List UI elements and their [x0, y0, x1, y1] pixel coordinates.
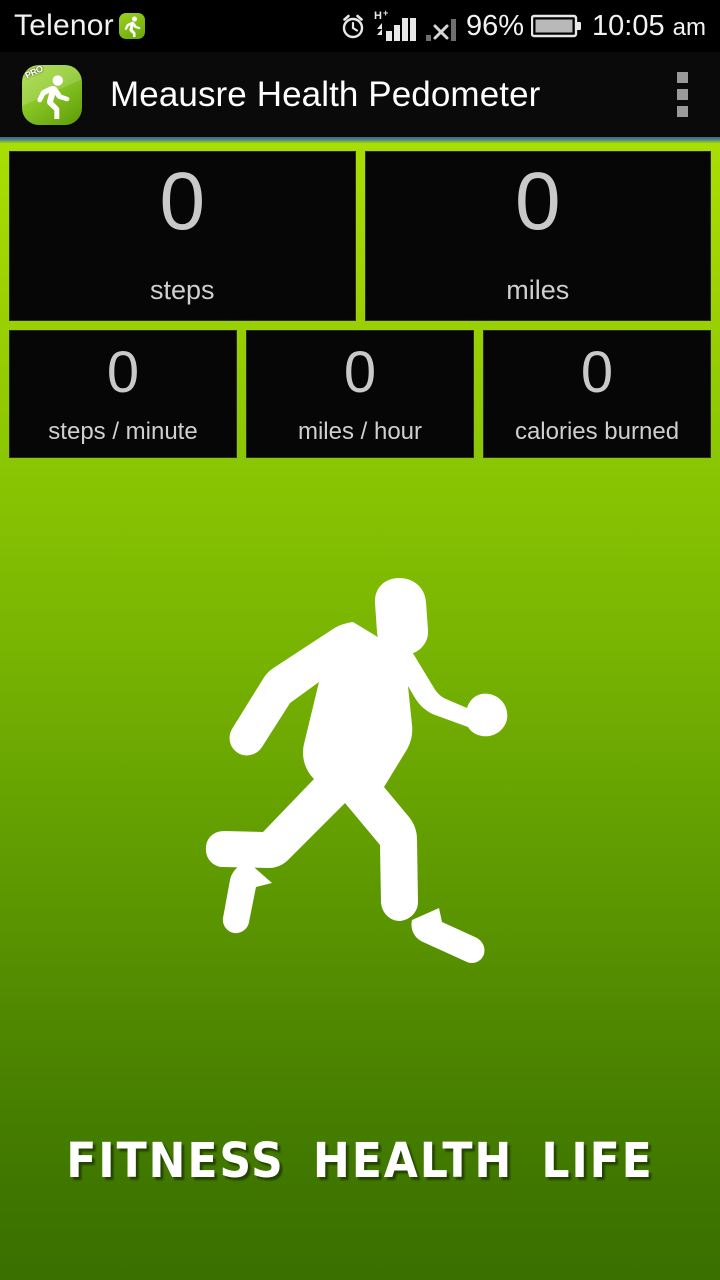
stat-label-steps-per-minute: steps / minute — [48, 418, 198, 445]
hsdpa-signal-icon: H + — [374, 9, 418, 43]
status-bar: Telenor H + 96% 10:05 am — [0, 0, 720, 52]
stat-panel-miles[interactable]: 0 miles — [364, 151, 711, 321]
overflow-dot-2 — [676, 89, 688, 100]
app-logo-runner-icon — [30, 72, 76, 121]
stat-value-steps: 0 — [159, 156, 206, 247]
primary-stats-row: 0 steps 0 miles — [9, 151, 711, 321]
app-title: Meausre Health Pedometer — [110, 75, 541, 114]
clock-meridiem: am — [672, 13, 706, 41]
alarm-clock-icon — [339, 12, 367, 40]
stat-panel-steps[interactable]: 0 steps — [9, 151, 356, 321]
carrier-label: Telenor — [14, 9, 114, 42]
tagline-label: FITNESS HEALTH LIFE — [66, 1133, 654, 1189]
svg-text:+: + — [383, 9, 388, 18]
app-logo-icon: PRO — [22, 64, 82, 125]
overflow-menu-icon[interactable] — [662, 62, 702, 128]
action-bar: PRO Meausre Health Pedometer — [0, 52, 720, 137]
battery-icon — [531, 12, 583, 40]
overflow-dot-3 — [676, 106, 688, 117]
stat-label-miles-per-hour: miles / hour — [297, 418, 423, 445]
stat-label-calories-burned: calories burned — [514, 418, 680, 445]
stat-label-miles: miles — [506, 275, 570, 305]
running-man-silhouette-icon — [0, 560, 720, 980]
battery-percent-label: 96% — [465, 9, 525, 42]
stat-value-calories-burned: 0 — [580, 340, 614, 405]
secondary-stats-row: 0 steps / minute 0 miles / hour 0 calori… — [9, 330, 711, 458]
app-screen: Telenor H + 96% 10:05 am PRO Meausre Hea… — [0, 0, 720, 1280]
svg-text:H: H — [374, 10, 382, 22]
pedometer-notification-icon — [118, 13, 145, 39]
stat-value-steps-per-minute: 0 — [106, 340, 140, 405]
clock-label: 10:05 am — [592, 9, 706, 42]
stat-value-miles: 0 — [514, 156, 561, 247]
sim2-no-signal-icon — [425, 10, 459, 42]
clock-time: 10:05 — [592, 9, 665, 42]
stat-panel-miles-per-hour[interactable]: 0 miles / hour — [246, 330, 474, 458]
stat-value-miles-per-hour: 0 — [343, 340, 377, 405]
status-bar-icons: H + 96% 10:05 am — [339, 9, 706, 43]
stat-label-steps: steps — [149, 275, 215, 305]
stat-panel-calories-burned[interactable]: 0 calories burned — [483, 330, 711, 458]
overflow-dot-1 — [676, 72, 688, 83]
stat-panel-steps-per-minute[interactable]: 0 steps / minute — [9, 330, 237, 458]
